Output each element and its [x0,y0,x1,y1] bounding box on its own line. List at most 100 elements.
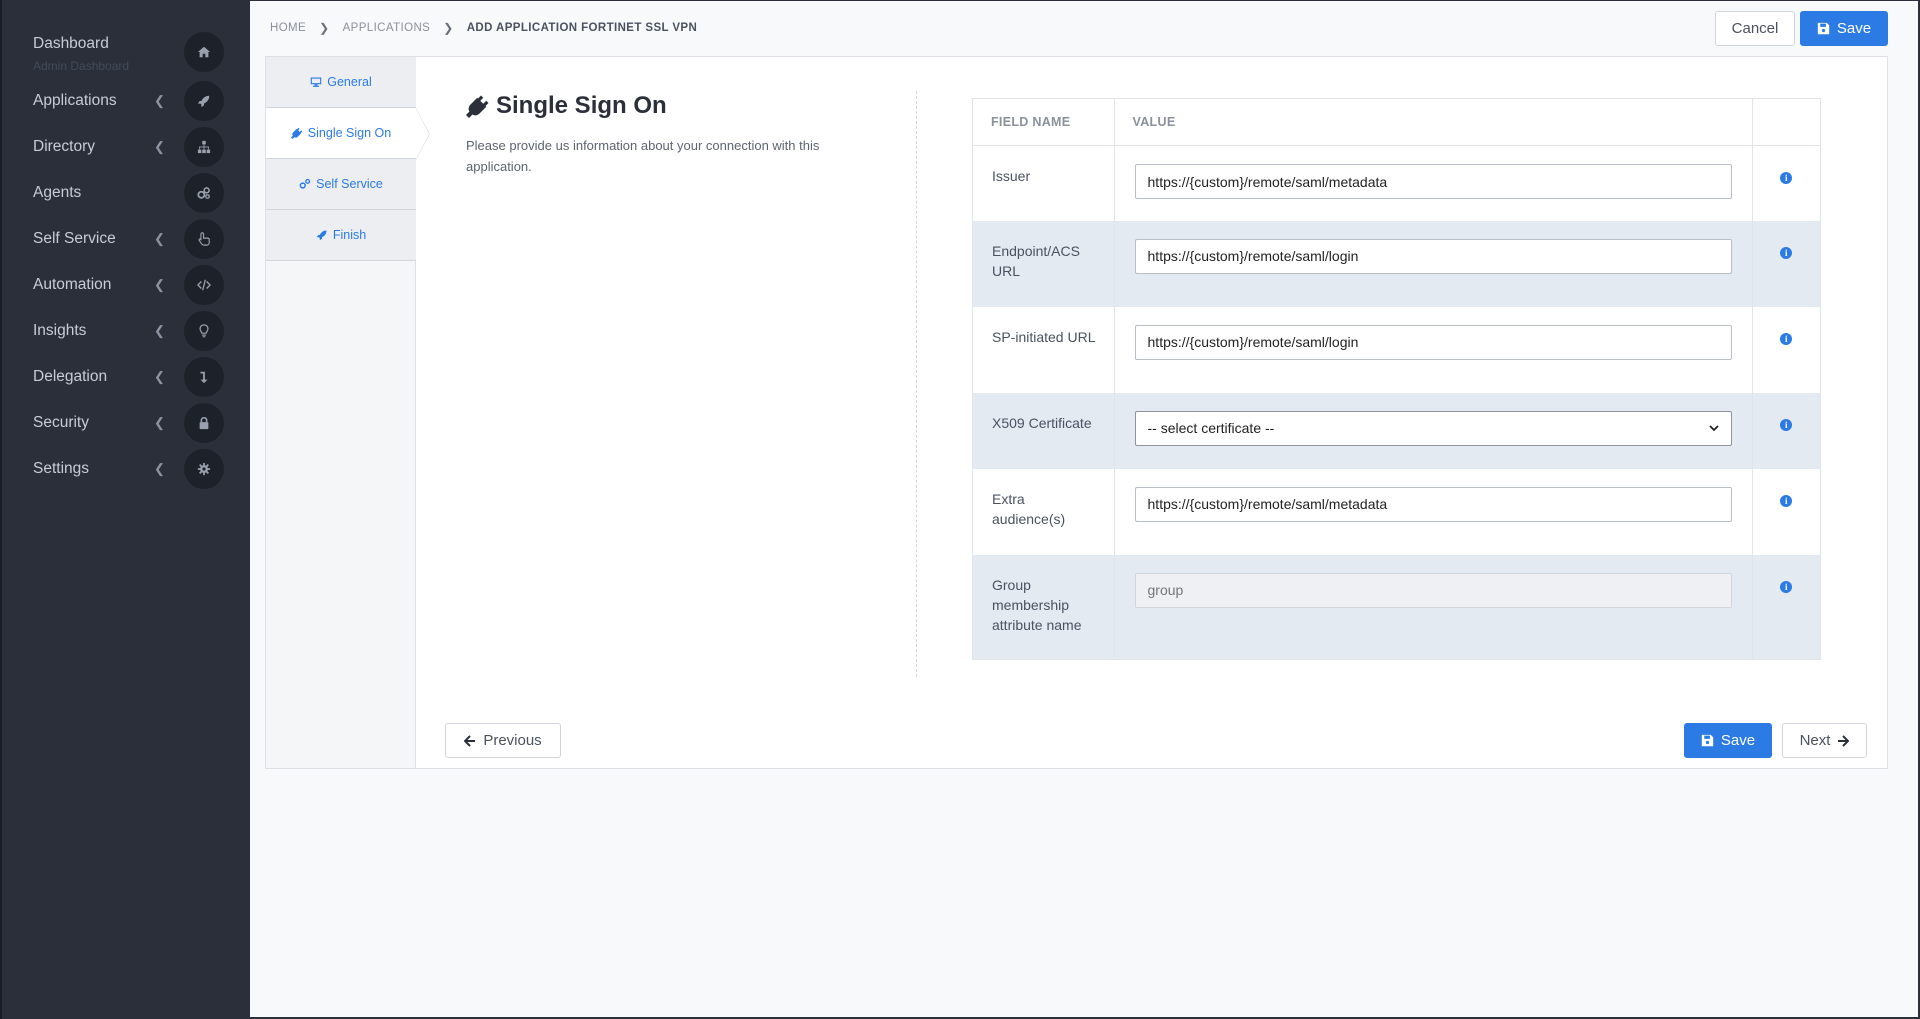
cancel-button[interactable]: Cancel [1715,11,1795,46]
tab-general[interactable]: General [266,57,416,108]
field-value-cell: -- select certificate -- [1114,392,1753,469]
sidebar-item-label: Applications [33,92,117,109]
chevron-left-icon: ❮ [154,461,165,476]
breadcrumb-applications[interactable]: APPLICATIONS [343,22,431,34]
sidebar-item-security[interactable]: Security ❮ [2,401,252,445]
chevron-left-icon: ❮ [154,369,165,384]
extra-audiences-input[interactable] [1134,486,1732,522]
chevron-left-icon: ❮ [154,323,165,338]
sidebar-item-agents[interactable]: Agents [2,171,252,215]
arrow-left-icon [464,734,476,747]
chevron-left-icon: ❮ [154,415,165,430]
desktop-icon [311,77,322,87]
info-cell: i [1752,306,1822,393]
column-header-field-name: FIELD NAME [972,98,1115,146]
info-icon[interactable]: i [1780,580,1793,593]
floppy-disk-icon [1817,22,1830,35]
arrow-right-icon [1838,734,1850,747]
hand-pointer-icon [184,219,224,259]
section-title: Single Sign On [466,92,667,120]
table-header-row: FIELD NAME VALUE [972,98,1822,146]
sidebar-item-directory[interactable]: Directory ❮ [2,125,252,169]
field-name-cell: Endpoint/ACS URL [972,220,1115,307]
column-header-info [1752,98,1822,146]
top-bar: HOME ❯ APPLICATIONS ❯ ADD APPLICATION FO… [250,0,1920,56]
tab-label: General [327,75,372,89]
sidebar-item-settings[interactable]: Settings ❮ [2,447,252,491]
chevron-right-icon: ❯ [443,21,454,35]
next-button-label: Next [1799,732,1831,749]
rocket-icon [184,81,224,121]
x509-certificate-select[interactable]: -- select certificate -- [1134,410,1732,446]
endpoint-acs-url-input[interactable] [1134,238,1732,274]
next-button[interactable]: Next [1782,723,1867,758]
save-button-bottom[interactable]: Save [1684,723,1772,758]
sidebar-item-automation[interactable]: Automation ❮ [2,263,252,307]
sidebar-item-label: Automation [33,276,112,293]
info-icon[interactable]: i [1780,172,1793,184]
tab-label: Self Service [316,177,383,191]
wizard-tabs: General Single Sign On Self Service Fini… [266,57,430,768]
field-value-cell [1114,145,1753,221]
sidebar-item-dashboard[interactable]: Dashboard Admin Dashboard [2,30,252,74]
code-icon [184,265,224,305]
sidebar-item-label: Dashboard [33,35,109,52]
wizard-panel: General Single Sign On Self Service Fini… [265,56,1888,769]
sidebar-item-insights[interactable]: Insights ❮ [2,309,252,353]
sidebar-item-label: Insights [33,322,87,339]
sidebar-item-self-service[interactable]: Self Service ❮ [2,217,252,261]
issuer-input[interactable] [1134,164,1732,199]
previous-button[interactable]: Previous [445,723,561,758]
sidebar-item-delegation[interactable]: Delegation ❮ [2,355,252,399]
info-icon[interactable]: i [1780,332,1793,345]
chevron-left-icon: ❮ [154,277,165,292]
info-cell: i [1752,220,1822,307]
field-name-cell: Group membership attribute name [972,554,1115,660]
save-button[interactable]: Save [1800,11,1888,46]
level-down-icon [184,357,224,397]
table-row: SP-initiated URL i [972,306,1822,393]
info-cell: i [1752,554,1822,660]
sp-initiated-url-input[interactable] [1134,324,1732,360]
sidebar-item-sublabel: Admin Dashboard [33,59,130,73]
tab-finish[interactable]: Finish [266,210,416,261]
sidebar-item-label: Delegation [33,368,108,385]
table-row: Group membership attribute name i [972,554,1822,660]
chevron-right-icon: ❯ [319,21,330,35]
chevron-left-icon: ❮ [154,93,165,108]
field-name-cell: SP-initiated URL [972,306,1115,393]
lock-icon [184,403,224,443]
tab-self-service[interactable]: Self Service [266,159,416,210]
tab-single-sign-on[interactable]: Single Sign On [266,108,417,159]
field-value-cell [1114,306,1753,393]
sidebar-item-applications[interactable]: Applications ❮ [2,79,252,123]
rocket-icon [316,230,327,241]
plug-icon [466,95,489,118]
field-name-cell: Issuer [972,145,1115,221]
group-membership-attribute-input[interactable] [1134,572,1732,608]
field-value-cell [1114,220,1753,307]
cogs-icon [299,178,311,189]
info-icon[interactable]: i [1780,418,1793,431]
table-row: Issuer i [972,145,1822,221]
field-name-cell: X509 Certificate [972,392,1115,469]
cog-icon [184,449,224,489]
sidebar-item-label: Security [33,414,89,431]
field-name-x509-certificate: X509 Certificate [992,414,1092,431]
breadcrumb-home[interactable]: HOME [270,22,306,34]
chevron-left-icon: ❮ [154,231,165,246]
info-icon[interactable]: i [1780,494,1793,507]
field-name-group-membership: Group membership attribute name [992,576,1082,633]
select-value: -- select certificate -- [1147,420,1275,436]
info-cell: i [1752,468,1822,555]
divider [916,91,917,677]
sidebar-item-label: Self Service [33,230,116,247]
field-value-cell [1114,468,1753,555]
section-description: Please provide us information about your… [466,138,820,174]
active-tab-arrow-fill [416,109,429,159]
info-icon[interactable]: i [1780,246,1793,259]
lightbulb-icon [184,311,224,351]
floppy-disk-icon [1701,734,1714,747]
home-icon [184,32,224,72]
info-cell: i [1752,392,1822,469]
